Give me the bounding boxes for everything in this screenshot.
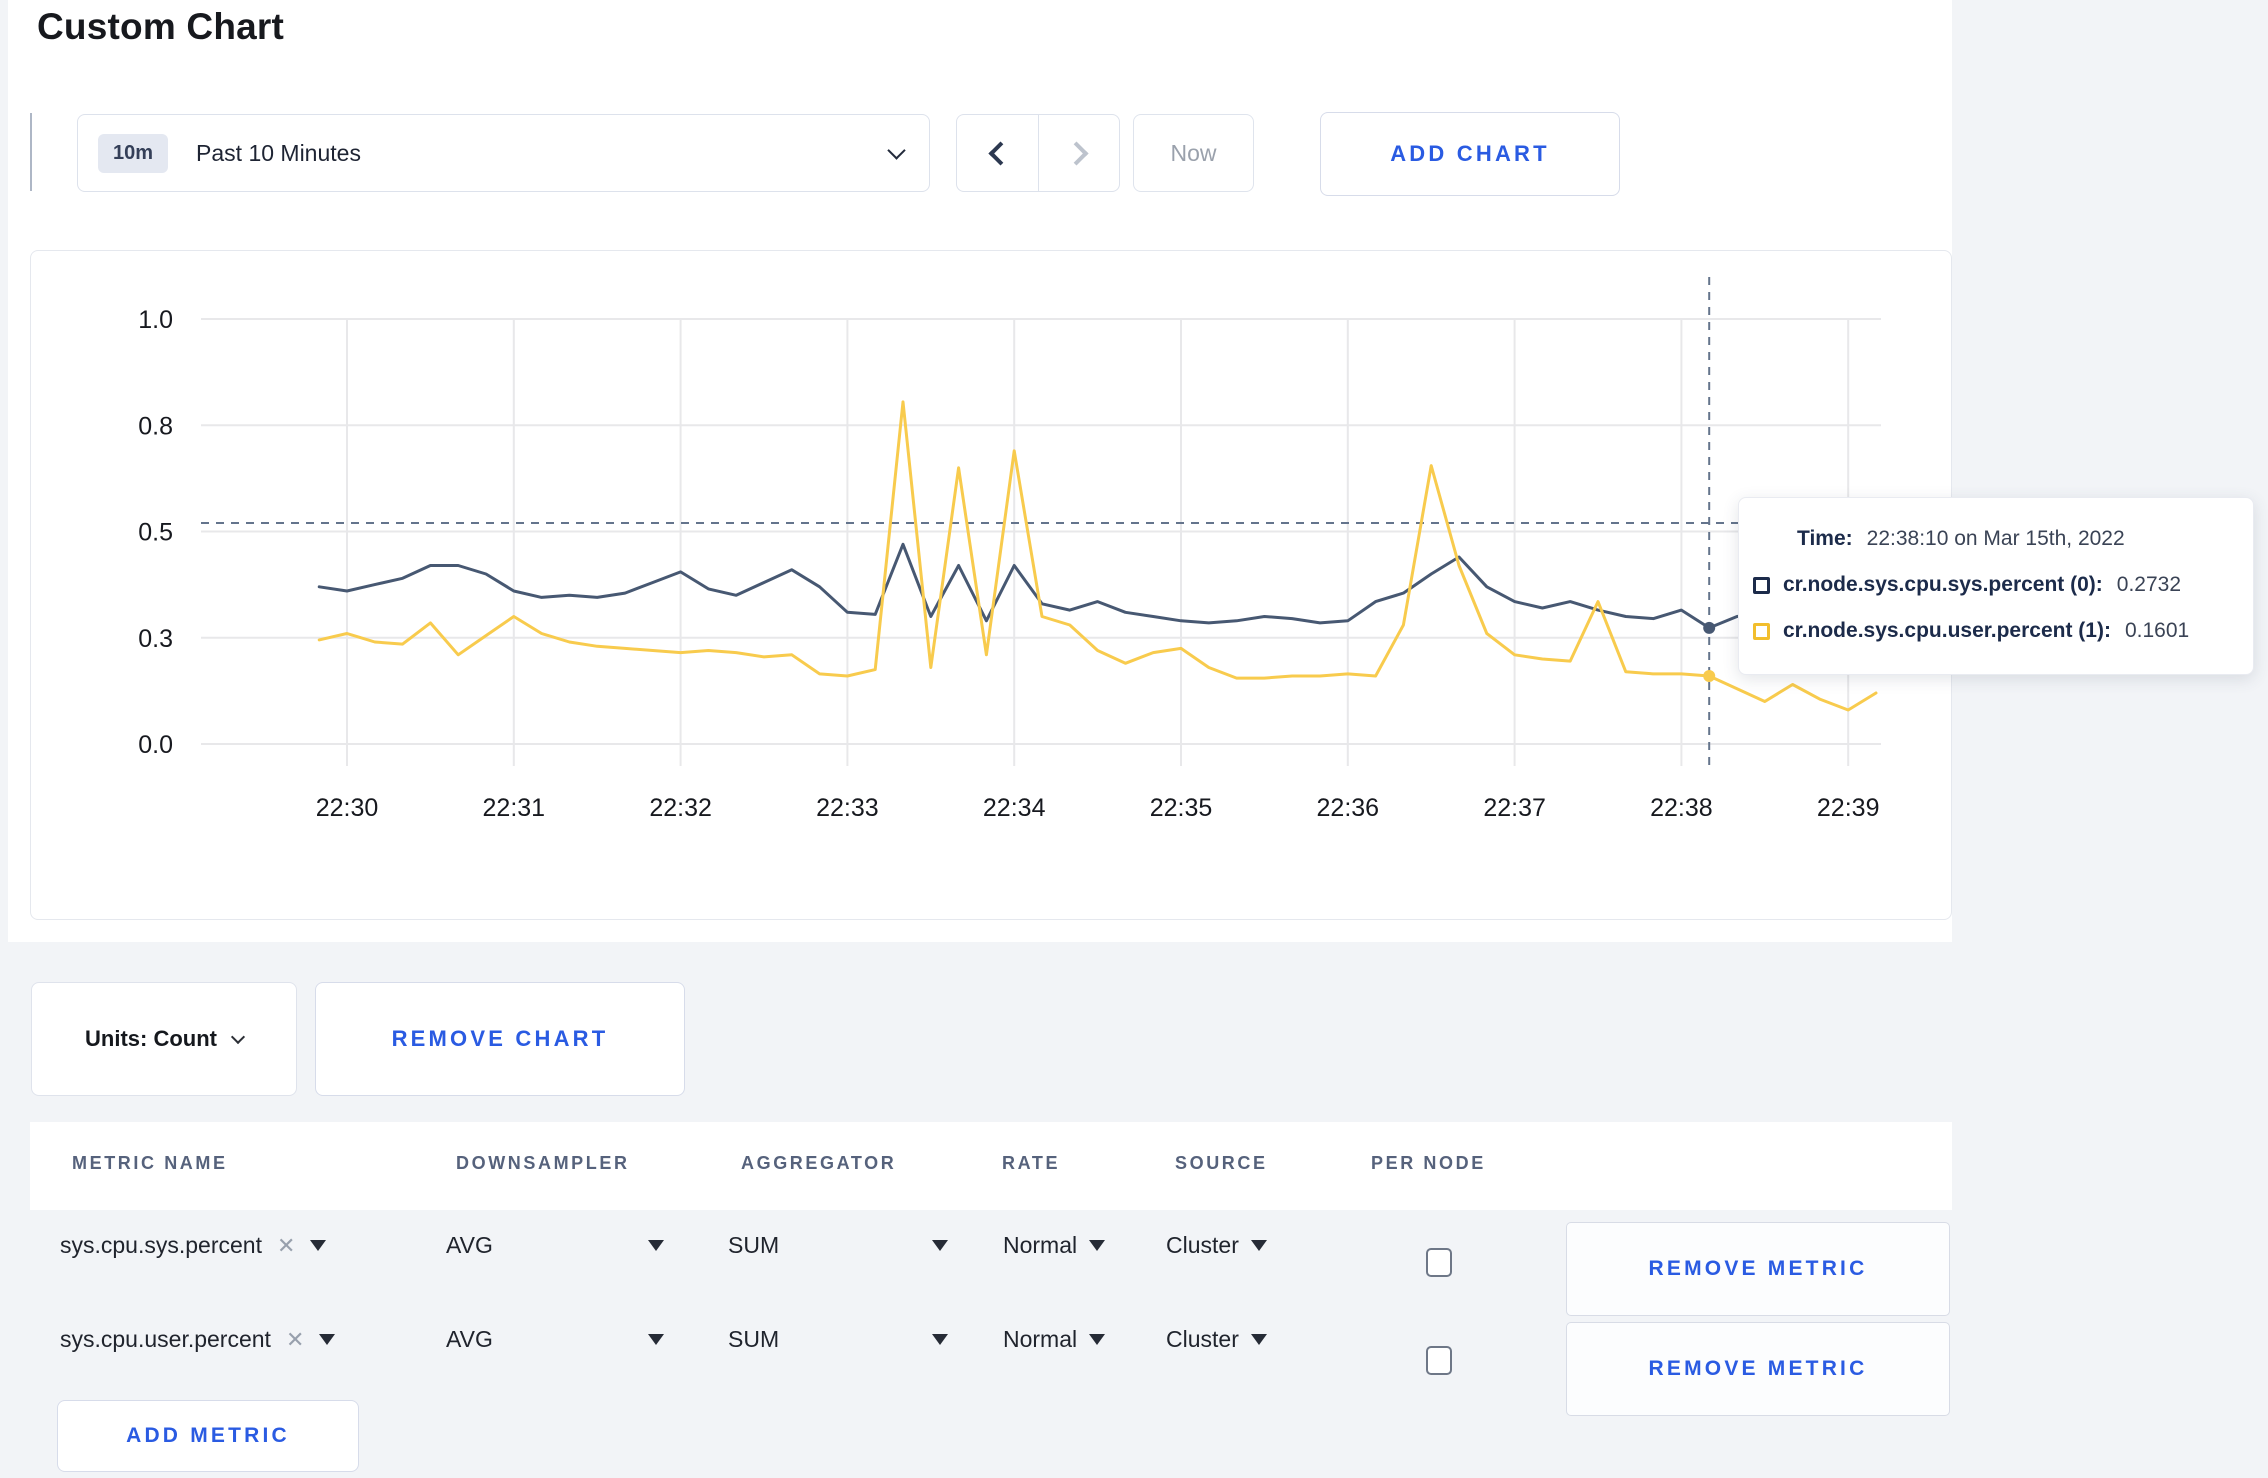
svg-text:22:31: 22:31	[483, 794, 546, 822]
dropdown-arrow-icon	[1250, 1240, 1267, 1251]
col-header-downsampler: DOWNSAMPLER	[456, 1153, 630, 1173]
per-node-checkbox[interactable]	[1426, 1248, 1452, 1277]
rate-value: Normal	[1003, 1232, 1078, 1258]
svg-text:1.0: 1.0	[138, 306, 173, 334]
units-label: Units: Count	[85, 1026, 217, 1051]
now-button[interactable]: Now	[1133, 114, 1254, 192]
svg-text:0.0: 0.0	[138, 731, 173, 759]
metrics-table-header: METRIC NAME DOWNSAMPLER AGGREGATOR RATE …	[30, 1122, 1952, 1210]
svg-text:22:30: 22:30	[316, 794, 379, 822]
dropdown-arrow-icon	[648, 1334, 664, 1345]
units-dropdown[interactable]: Units: Count	[31, 982, 297, 1096]
dropdown-arrow-icon[interactable]	[319, 1334, 336, 1345]
remove-metric-button[interactable]: REMOVE METRIC	[1566, 1222, 1950, 1316]
col-header-metric-name: METRIC NAME	[72, 1153, 228, 1173]
svg-text:22:39: 22:39	[1817, 794, 1880, 822]
col-header-per-node: PER NODE	[1371, 1153, 1486, 1173]
chevron-left-icon	[988, 140, 1013, 166]
custom-chart-page: Custom Chart 10m Past 10 Minutes Now ADD…	[0, 0, 2268, 1478]
tooltip-time-value: 22:38:10 on Mar 15th, 2022	[1866, 527, 2125, 550]
svg-text:22:37: 22:37	[1483, 794, 1546, 822]
chart-tooltip: Time: 22:38:10 on Mar 15th, 2022 cr.node…	[1738, 497, 2254, 675]
svg-text:22:34: 22:34	[983, 794, 1046, 822]
dropdown-arrow-icon	[648, 1240, 664, 1251]
remove-metric-button[interactable]: REMOVE METRIC	[1566, 1322, 1950, 1416]
dropdown-arrow-icon	[932, 1240, 948, 1251]
add-chart-button[interactable]: ADD CHART	[1320, 112, 1620, 196]
rate-select[interactable]: Normal	[1003, 1232, 1106, 1259]
svg-text:22:32: 22:32	[649, 794, 712, 822]
svg-text:22:33: 22:33	[816, 794, 879, 822]
add-metric-button[interactable]: ADD METRIC	[57, 1400, 359, 1472]
source-value: Cluster	[1166, 1232, 1239, 1258]
page-title: Custom Chart	[37, 6, 285, 47]
downsampler-select[interactable]: AVG	[446, 1326, 664, 1353]
chevron-down-icon	[230, 1029, 246, 1044]
rate-select[interactable]: Normal	[1003, 1326, 1106, 1353]
svg-text:0.3: 0.3	[138, 625, 173, 653]
downsampler-select[interactable]: AVG	[446, 1232, 664, 1259]
line-chart[interactable]: 0.0 0.3 0.5 0.8 1.0 22:30 22:31 22:32 22:33 22:34…	[31, 251, 1953, 921]
toolbar-divider	[30, 113, 32, 191]
dropdown-arrow-icon	[1250, 1334, 1267, 1345]
sys-series-swatch-icon	[1753, 576, 1770, 594]
dropdown-arrow-icon	[932, 1334, 948, 1345]
aggregator-value: SUM	[728, 1326, 780, 1352]
svg-text:22:38: 22:38	[1650, 794, 1713, 822]
aggregator-select[interactable]: SUM	[728, 1326, 948, 1353]
dropdown-arrow-icon	[1089, 1334, 1106, 1345]
chevron-down-icon	[887, 140, 906, 160]
downsampler-value: AVG	[446, 1326, 493, 1352]
metric-row: sys.cpu.sys.percent AVG SUM Normal Clust…	[30, 1222, 1952, 1316]
dropdown-arrow-icon	[1089, 1240, 1106, 1251]
metric-name-select[interactable]: sys.cpu.user.percent	[60, 1326, 336, 1353]
time-window-badge: 10m	[98, 133, 169, 173]
user-series-swatch-icon	[1753, 622, 1770, 640]
svg-text:22:36: 22:36	[1317, 794, 1380, 822]
col-header-source: SOURCE	[1175, 1153, 1268, 1173]
clear-icon[interactable]	[286, 1329, 304, 1351]
metric-row: sys.cpu.user.percent AVG SUM Normal Clus…	[30, 1322, 1952, 1416]
source-select[interactable]: Cluster	[1166, 1232, 1267, 1259]
tooltip-sys-label: cr.node.sys.cpu.sys.percent (0):	[1783, 573, 2103, 596]
metric-name-value: sys.cpu.user.percent	[60, 1326, 271, 1352]
per-node-checkbox[interactable]	[1426, 1346, 1452, 1375]
rate-value: Normal	[1003, 1326, 1078, 1352]
chart-panel: 0.0 0.3 0.5 0.8 1.0 22:30 22:31 22:32 22:33 22:34…	[30, 250, 1952, 920]
chevron-right-icon	[1063, 140, 1089, 166]
source-value: Cluster	[1166, 1326, 1239, 1352]
previous-timespan-button[interactable]	[956, 114, 1038, 192]
svg-text:0.8: 0.8	[138, 412, 173, 440]
downsampler-value: AVG	[446, 1232, 493, 1258]
col-header-aggregator: AGGREGATOR	[741, 1153, 897, 1173]
svg-text:22:35: 22:35	[1150, 794, 1213, 822]
source-select[interactable]: Cluster	[1166, 1326, 1267, 1353]
time-window-dropdown[interactable]: 10m Past 10 Minutes	[77, 114, 930, 192]
tooltip-user-value: 0.1601	[2124, 619, 2190, 642]
next-timespan-button[interactable]	[1038, 114, 1120, 192]
aggregator-select[interactable]: SUM	[728, 1232, 948, 1259]
metric-name-value: sys.cpu.sys.percent	[60, 1232, 262, 1258]
remove-chart-button[interactable]: REMOVE CHART	[315, 982, 685, 1096]
time-nav-group	[956, 114, 1120, 192]
svg-text:0.5: 0.5	[138, 519, 173, 547]
time-window-label: Past 10 Minutes	[196, 139, 361, 166]
tooltip-time-label: Time:	[1797, 527, 1853, 550]
dropdown-arrow-icon[interactable]	[310, 1240, 327, 1251]
col-header-rate: RATE	[1002, 1153, 1061, 1173]
tooltip-sys-value: 0.2732	[2116, 573, 2182, 596]
metric-name-select[interactable]: sys.cpu.sys.percent	[60, 1232, 327, 1259]
clear-icon[interactable]	[277, 1235, 295, 1257]
aggregator-value: SUM	[728, 1232, 780, 1258]
tooltip-user-label: cr.node.sys.cpu.user.percent (1):	[1783, 619, 2111, 642]
